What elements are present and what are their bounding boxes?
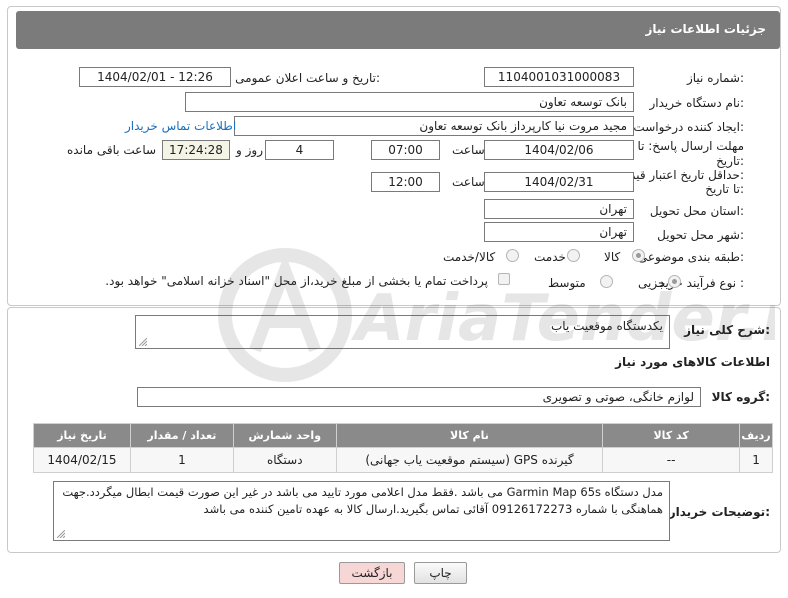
category-option-goods-service: کالا/خدمت xyxy=(443,250,496,264)
category-option-goods: کالا xyxy=(604,250,621,264)
cell-goods-code: -- xyxy=(602,447,741,473)
items-table: ردیف کد کالا نام کالا واحد شمارش تعداد /… xyxy=(33,423,773,473)
col-goods-name: نام کالا xyxy=(335,423,604,448)
back-button[interactable]: بازگشت xyxy=(339,562,405,584)
province-label: استان محل تحویل: xyxy=(649,204,744,218)
category-label: طبقه بندی موضوعی: xyxy=(637,250,744,264)
goods-group-label: گروه کالا: xyxy=(711,390,770,404)
panel-title: جزئیات اطلاعات نیاز xyxy=(645,22,766,36)
panel-header: جزئیات اطلاعات نیاز xyxy=(16,11,780,49)
cell-row-number: 1 xyxy=(739,447,773,473)
reply-deadline-label: مهلت ارسال پاسخ: تا xyxy=(637,139,744,153)
col-row-number: ردیف xyxy=(739,423,773,448)
need-number-field: 1104001031000083 xyxy=(484,67,634,87)
buyer-notes-label: توضیحات خریدار: xyxy=(668,505,770,519)
resize-grip-icon[interactable] xyxy=(57,530,65,538)
province-field: تهران xyxy=(484,199,634,219)
reply-time-label: ساعت xyxy=(452,143,485,157)
remaining-time-label: ساعت باقی مانده xyxy=(67,143,157,157)
resize-grip-icon[interactable] xyxy=(139,338,147,346)
reply-deadline-label-date: تاریخ: xyxy=(716,154,744,168)
announce-date-field: 1404/02/01 - 12:26 xyxy=(79,67,231,87)
buyer-org-field: بانک توسعه تعاون xyxy=(185,92,634,112)
summary-textarea: یکدستگاه موقعیت یاب xyxy=(135,315,670,349)
category-radio-goods-service[interactable] xyxy=(506,249,519,262)
col-quantity: تعداد / مقدار xyxy=(129,423,234,448)
price-time-field: 12:00 xyxy=(371,172,440,192)
process-option-medium: متوسط xyxy=(548,276,586,290)
need-number-label: شماره نیاز: xyxy=(686,71,744,85)
city-label: شهر محل تحویل: xyxy=(657,228,744,242)
cell-need-date: 1404/02/15 xyxy=(33,447,131,473)
buyer-notes-text: مدل دستگاه Garmin Map 65s می باشد .فقط م… xyxy=(62,485,663,516)
process-radio-minor[interactable] xyxy=(668,275,681,288)
col-goods-code: کد کالا xyxy=(602,423,741,448)
table-row: 1 -- گیرنده GPS (سیستم موقعیت یاب جهانی)… xyxy=(33,447,773,473)
price-time-label: ساعت xyxy=(452,175,485,189)
cell-goods-name: گیرنده GPS (سیستم موقعیت یاب جهانی) xyxy=(335,447,604,473)
city-field: تهران xyxy=(484,222,634,242)
category-radio-goods[interactable] xyxy=(632,249,645,262)
remaining-time-field: 17:24:28 xyxy=(162,140,230,160)
announce-date-label: تاریخ و ساعت اعلان عمومی: xyxy=(235,71,380,85)
cell-unit: دستگاه xyxy=(232,447,337,473)
col-need-date: تاریخ نیاز xyxy=(33,423,131,448)
treasury-payment-checkbox[interactable] xyxy=(498,273,510,285)
summary-label: شرح کلی نیاز: xyxy=(684,323,770,337)
buyer-notes-textarea: مدل دستگاه Garmin Map 65s می باشد .فقط م… xyxy=(53,481,670,541)
price-validity-label: حداقل تاریخ اعتبار قیمت: xyxy=(617,168,744,182)
items-table-header: ردیف کد کالا نام کالا واحد شمارش تعداد /… xyxy=(33,423,773,448)
days-field: 4 xyxy=(265,140,334,160)
category-option-service: خدمت xyxy=(534,250,566,264)
creator-field: مجید مروت نیا کارپرداز بانک توسعه تعاون xyxy=(234,116,634,136)
creator-label: ایجاد کننده درخواست: xyxy=(633,120,744,134)
days-label: روز و xyxy=(236,143,263,157)
buyer-org-label: نام دستگاه خریدار: xyxy=(649,96,745,110)
category-radio-service[interactable] xyxy=(567,249,580,262)
col-unit: واحد شمارش xyxy=(232,423,337,448)
reply-date-field: 1404/02/06 xyxy=(484,140,634,160)
treasury-payment-note: پرداخت تمام یا بخشی از مبلغ خرید،از محل … xyxy=(105,274,488,288)
summary-text: یکدستگاه موقعیت یاب xyxy=(551,319,663,333)
items-section-title: اطلاعات کالاهای مورد نیاز xyxy=(615,355,770,369)
process-radio-medium[interactable] xyxy=(600,275,613,288)
price-validity-label-date: تا تاریخ: xyxy=(705,182,744,196)
print-button[interactable]: چاپ xyxy=(414,562,467,584)
price-date-field: 1404/02/31 xyxy=(484,172,634,192)
cell-quantity: 1 xyxy=(129,447,234,473)
goods-group-field: لوازم خانگی، صوتی و تصویری xyxy=(137,387,701,407)
buyer-contact-link[interactable]: اطلاعات تماس خریدار xyxy=(125,119,236,133)
reply-time-field: 07:00 xyxy=(371,140,440,160)
process-option-minor: جزیی xyxy=(638,276,666,290)
